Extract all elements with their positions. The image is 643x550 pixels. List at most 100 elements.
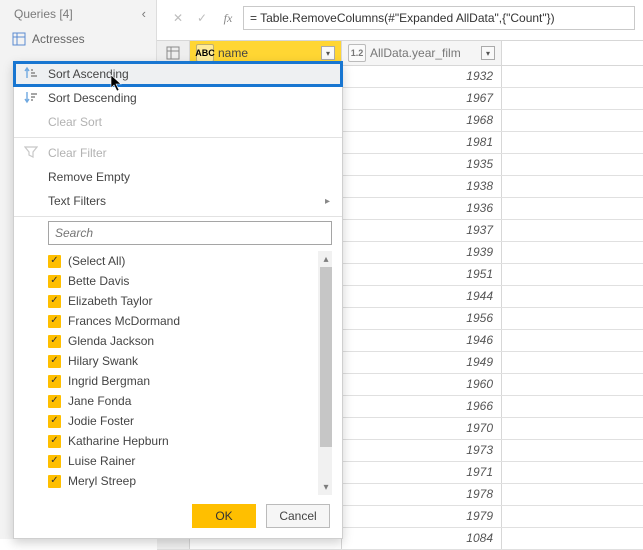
fx-icon[interactable]: fx <box>215 7 241 29</box>
checkbox-checked-icon[interactable]: ✓ <box>48 255 61 268</box>
menu-remove-empty[interactable]: Remove Empty <box>14 165 342 189</box>
menu-separator <box>14 137 342 138</box>
menu-sort-ascending[interactable]: Sort Ascending <box>14 62 342 86</box>
filter-value-item[interactable]: ✓ Elizabeth Taylor <box>48 291 332 311</box>
scroll-thumb[interactable] <box>320 267 332 447</box>
checkbox-checked-icon[interactable]: ✓ <box>48 335 61 348</box>
text-type-icon: ABC <box>196 44 214 62</box>
checkbox-checked-icon[interactable]: ✓ <box>48 475 61 488</box>
year-cell: 1956 <box>342 308 502 329</box>
filter-value-item[interactable]: ✓ Jodie Foster <box>48 411 332 431</box>
filter-search <box>48 221 332 245</box>
menu-clear-filter: Clear Filter <box>14 141 342 165</box>
year-cell: 1968 <box>342 110 502 131</box>
filter-value-label: Jodie Foster <box>68 414 134 428</box>
year-cell: 1970 <box>342 418 502 439</box>
filter-value-label: Luise Rainer <box>68 454 135 468</box>
filter-value-item[interactable]: ✓ Ingrid Bergman <box>48 371 332 391</box>
filter-value-label: Jane Fonda <box>68 394 131 408</box>
clear-filter-icon <box>24 145 38 162</box>
year-cell: 1949 <box>342 352 502 373</box>
checkbox-checked-icon[interactable]: ✓ <box>48 375 61 388</box>
year-cell: 1967 <box>342 88 502 109</box>
year-cell: 1951 <box>342 264 502 285</box>
filter-value-item[interactable]: ✓ Jane Fonda <box>48 391 332 411</box>
checkbox-checked-icon[interactable]: ✓ <box>48 455 61 468</box>
commit-formula-icon[interactable]: ✓ <box>191 7 213 29</box>
filter-value-label: Glenda Jackson <box>68 334 154 348</box>
queries-title: Queries [4] <box>14 7 73 21</box>
year-cell: 1966 <box>342 396 502 417</box>
filter-value-item[interactable]: ✓ (Select All) <box>48 251 332 271</box>
filter-value-item[interactable]: ✓ Luise Rainer <box>48 451 332 471</box>
dialog-buttons: OK Cancel <box>192 504 330 528</box>
filter-value-label: Katharine Hepburn <box>68 434 169 448</box>
menu-sort-descending[interactable]: Sort Descending <box>14 86 342 110</box>
checkbox-checked-icon[interactable]: ✓ <box>48 355 61 368</box>
year-cell: 1973 <box>342 440 502 461</box>
filter-value-label: Hilary Swank <box>68 354 138 368</box>
cancel-button[interactable]: Cancel <box>266 504 330 528</box>
collapse-chevron-icon[interactable]: ‹ <box>142 6 146 21</box>
menu-clear-sort: Clear Sort <box>14 110 342 134</box>
sort-desc-icon <box>24 90 38 107</box>
filter-search-input[interactable] <box>48 221 332 245</box>
year-cell: 1979 <box>342 506 502 527</box>
menu-text-filters[interactable]: Text Filters <box>14 189 342 213</box>
filter-value-item[interactable]: ✓ Bette Davis <box>48 271 332 291</box>
year-cell: 1978 <box>342 484 502 505</box>
menu-label: Text Filters <box>48 194 106 208</box>
year-cell: 1932 <box>342 66 502 87</box>
query-item-label: Actresses <box>32 32 85 46</box>
queries-header: Queries [4] ‹ <box>0 0 156 27</box>
column-label: AllData.year_film <box>370 46 481 60</box>
sort-asc-icon <box>24 66 38 83</box>
year-cell: 1971 <box>342 462 502 483</box>
year-cell: 1981 <box>342 132 502 153</box>
scroll-down-icon[interactable]: ▾ <box>318 479 332 495</box>
year-cell: 1938 <box>342 176 502 197</box>
filter-value-item[interactable]: ✓ Hilary Swank <box>48 351 332 371</box>
filter-list-scrollbar[interactable]: ▴ ▾ <box>318 251 332 495</box>
year-cell: 1944 <box>342 286 502 307</box>
filter-value-label: Meryl Streep <box>68 474 136 488</box>
menu-separator <box>14 216 342 217</box>
year-cell: 1939 <box>342 242 502 263</box>
checkbox-checked-icon[interactable]: ✓ <box>48 415 61 428</box>
column-filter-dropdown: Sort Ascending Sort Descending Clear Sor… <box>13 61 343 539</box>
filter-value-item[interactable]: ✓ Meryl Streep <box>48 471 332 491</box>
checkbox-checked-icon[interactable]: ✓ <box>48 275 61 288</box>
filter-value-label: Bette Davis <box>68 274 129 288</box>
query-item-actresses[interactable]: Actresses <box>0 27 156 51</box>
table-icon <box>12 32 26 46</box>
ok-button[interactable]: OK <box>192 504 256 528</box>
menu-label: Remove Empty <box>48 170 130 184</box>
filter-value-label: Ingrid Bergman <box>68 374 150 388</box>
filter-value-label: Frances McDormand <box>68 314 180 328</box>
filter-value-label: (Select All) <box>68 254 125 268</box>
number-type-icon: 1.2 <box>348 44 366 62</box>
checkbox-checked-icon[interactable]: ✓ <box>48 435 61 448</box>
menu-label: Clear Filter <box>48 146 107 160</box>
filter-value-item[interactable]: ✓ Katharine Hepburn <box>48 431 332 451</box>
filter-value-label: Elizabeth Taylor <box>68 294 153 308</box>
formula-bar: ✕ ✓ fx <box>157 0 643 40</box>
formula-input[interactable] <box>243 6 635 30</box>
year-cell: 1935 <box>342 154 502 175</box>
year-cell: 1960 <box>342 374 502 395</box>
checkbox-checked-icon[interactable]: ✓ <box>48 295 61 308</box>
column-label: name <box>218 46 321 60</box>
column-dropdown-icon[interactable]: ▾ <box>481 46 495 60</box>
table-icon <box>166 46 180 60</box>
scroll-up-icon[interactable]: ▴ <box>318 251 332 267</box>
year-cell: 1937 <box>342 220 502 241</box>
column-header-year[interactable]: 1.2 AllData.year_film ▾ <box>342 41 502 65</box>
filter-value-item[interactable]: ✓ Glenda Jackson <box>48 331 332 351</box>
year-cell: 1936 <box>342 198 502 219</box>
checkbox-checked-icon[interactable]: ✓ <box>48 395 61 408</box>
filter-values-list: ✓ (Select All) ✓ Bette Davis ✓ Elizabeth Tayl… <box>48 251 332 495</box>
checkbox-checked-icon[interactable]: ✓ <box>48 315 61 328</box>
filter-value-item[interactable]: ✓ Frances McDormand <box>48 311 332 331</box>
cancel-formula-icon[interactable]: ✕ <box>167 7 189 29</box>
column-dropdown-icon[interactable]: ▾ <box>321 46 335 60</box>
